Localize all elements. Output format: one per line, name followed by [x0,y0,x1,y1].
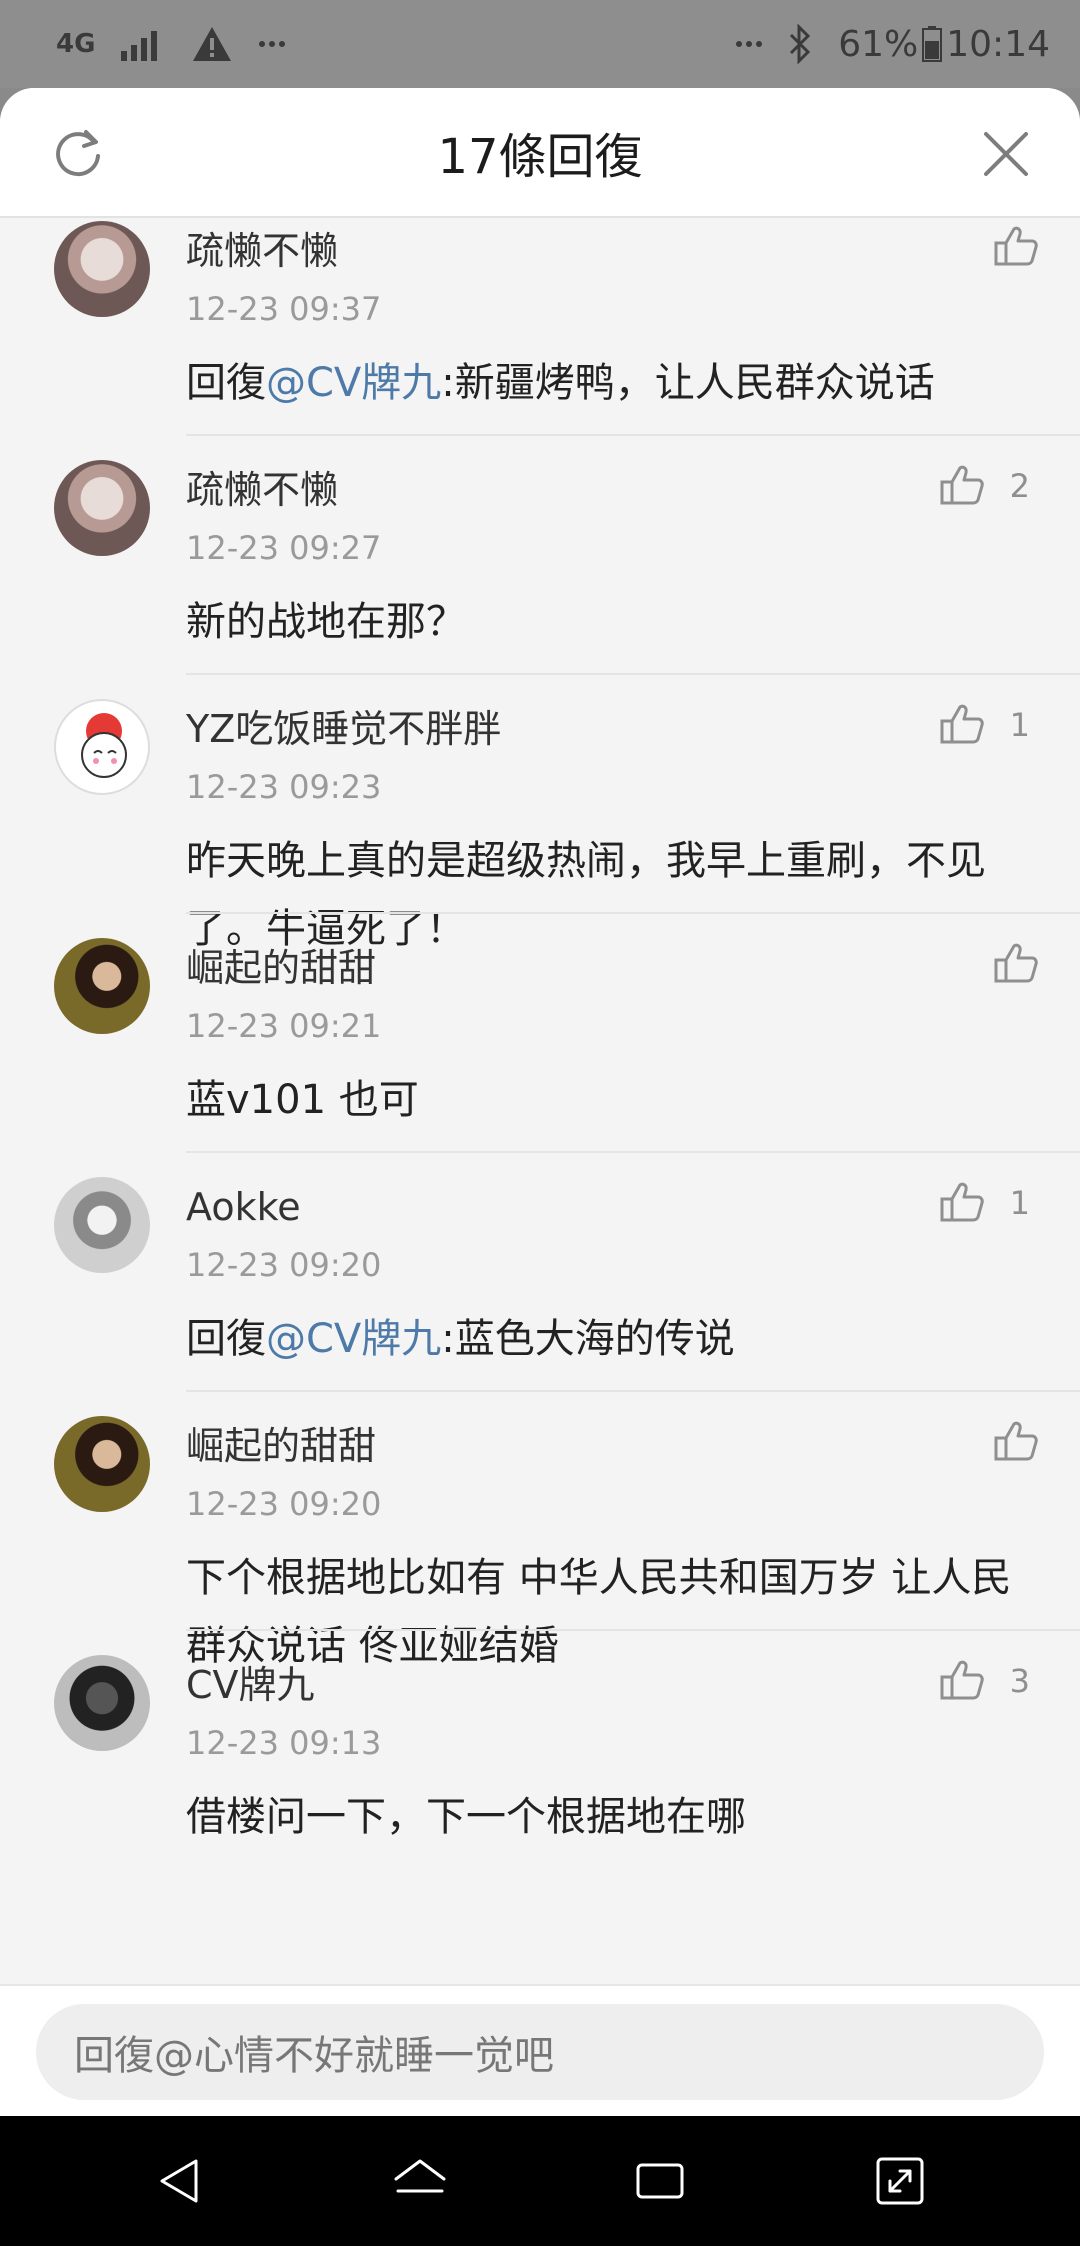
comment-item[interactable]: YZ吃饭睡觉不胖胖 12-23 09:23 昨天晚上真的是超级热闹，我早上重刷，不见… [0,675,1080,952]
comment-username[interactable]: 疏懒不懒 [186,466,1040,514]
comment-text: 新的战地在那？ [186,588,1040,656]
like-button[interactable]: 1 [938,1177,1030,1229]
like-button[interactable]: 2 [938,460,1030,512]
battery-percent: 61% [838,23,919,65]
replies-sheet: 17條回復 疏懒不懒 12-23 09:37 回復@CV牌九:新疆烤鸭，让人民群众说… [0,88,1080,2116]
thumbs-up-icon [938,699,986,751]
comment-timestamp: 12-23 09:21 [186,1007,382,1045]
refresh-icon[interactable] [50,126,106,182]
comment-username[interactable]: CV牌九 [186,1661,1040,1709]
reply-bar: 回復@心情不好就睡一觉吧 [0,1984,1080,2116]
avatar[interactable] [54,938,150,1034]
avatar[interactable] [54,1177,150,1273]
like-count: 3 [1009,1662,1030,1700]
comment-username[interactable]: 疏懒不懒 [186,227,1040,275]
comment-content: :蓝色大海的传说 [441,1316,735,1362]
comment-body: 疏懒不懒 12-23 09:37 回復@CV牌九:新疆烤鸭，让人民群众说话 [186,219,1080,417]
thumbs-up-icon [938,1655,986,1707]
like-button[interactable]: 3 [938,1655,1030,1707]
avatar[interactable] [54,699,150,795]
comment-timestamp: 12-23 09:23 [186,768,382,806]
comment-content: :新疆烤鸭，让人民群众说话 [441,360,935,406]
comment-timestamp: 12-23 09:37 [186,290,382,328]
avatar[interactable] [54,1655,150,1751]
status-bar: 4G 61% 10:14 [0,0,1080,88]
battery-icon [922,26,943,62]
recents-icon[interactable] [632,2153,688,2209]
comment-username[interactable]: Aokke [186,1183,1040,1231]
comment-text: 回復@CV牌九:蓝色大海的传说 [186,1305,1040,1373]
reply-input[interactable]: 回復@心情不好就睡一觉吧 [36,2004,1044,2100]
sheet-title: 17條回復 [437,129,643,185]
thumbs-up-icon [992,221,1040,273]
comment-item[interactable]: 疏懒不懒 12-23 09:37 回復@CV牌九:新疆烤鸭，让人民群众说话 [0,219,1080,436]
comment-body: 崛起的甜甜 12-23 09:21 蓝v101 也可 [186,914,1080,1134]
reply-prefix: 回復 [186,1316,266,1362]
comment-text: 回復@CV牌九:新疆烤鸭，让人民群众说话 [186,349,1040,417]
like-button[interactable] [992,221,1040,273]
comment-username[interactable]: 崛起的甜甜 [186,1422,1040,1470]
reply-prefix: 回復 [186,360,266,406]
comment-list[interactable]: 疏懒不懒 12-23 09:37 回復@CV牌九:新疆烤鸭，让人民群众说话 疏懒不懒 1… [0,219,1080,1984]
comment-content: 新的战地在那？ [186,599,466,645]
close-icon[interactable] [980,128,1032,180]
mention-link[interactable]: @CV牌九 [266,360,441,406]
warning-icon [193,27,232,61]
comment-item[interactable]: 疏懒不懒 12-23 09:27 新的战地在那？ 2 [0,436,1080,675]
comment-item[interactable]: Aokke 12-23 09:20 回復@CV牌九:蓝色大海的传说 1 [0,1153,1080,1392]
comment-timestamp: 12-23 09:20 [186,1246,382,1284]
like-count: 1 [1009,1184,1030,1222]
home-icon[interactable] [392,2153,448,2209]
more-icon [259,41,286,47]
comment-content: 借楼问一下，下一个根据地在哪 [186,1794,746,1840]
comment-text: 借楼问一下，下一个根据地在哪 [186,1783,1040,1851]
comment-item[interactable]: CV牌九 12-23 09:13 借楼问一下，下一个根据地在哪 3 [0,1631,1080,1870]
comment-timestamp: 12-23 09:13 [186,1724,382,1762]
bluetooth-icon [790,24,811,64]
like-count: 1 [1009,706,1030,744]
comment-text: 蓝v101 也可 [186,1066,1040,1134]
like-button[interactable] [992,1416,1040,1468]
network-type: 4G [56,29,96,59]
comment-timestamp: 12-23 09:20 [186,1485,382,1523]
thumbs-up-icon [938,1177,986,1229]
navigation-bar [0,2116,1080,2246]
expand-icon[interactable] [872,2153,928,2209]
comment-content: 蓝v101 也可 [186,1077,419,1123]
clock: 10:14 [946,23,1050,65]
reply-placeholder: 回復@心情不好就睡一觉吧 [74,2033,554,2079]
comment-username[interactable]: YZ吃饭睡觉不胖胖 [186,705,1040,753]
avatar[interactable] [54,460,150,556]
avatar[interactable] [54,1416,150,1512]
thumbs-up-icon [938,460,986,512]
like-count: 2 [1009,467,1030,505]
like-button[interactable]: 1 [938,699,1030,751]
back-icon[interactable] [152,2153,208,2209]
mention-link[interactable]: @CV牌九 [266,1316,441,1362]
more-icon [736,41,763,47]
sheet-header: 17條回復 [0,88,1080,218]
like-button[interactable] [992,938,1040,990]
signal-icon [121,31,158,61]
thumbs-up-icon [992,938,1040,990]
avatar[interactable] [54,221,150,317]
comment-timestamp: 12-23 09:27 [186,529,382,567]
comment-item[interactable]: 崛起的甜甜 12-23 09:20 下个根据地比如有 中华人民共和国万岁 让人民群众… [0,1392,1080,1669]
comment-username[interactable]: 崛起的甜甜 [186,944,1040,992]
comment-item[interactable]: 崛起的甜甜 12-23 09:21 蓝v101 也可 [0,914,1080,1153]
thumbs-up-icon [992,1416,1040,1468]
